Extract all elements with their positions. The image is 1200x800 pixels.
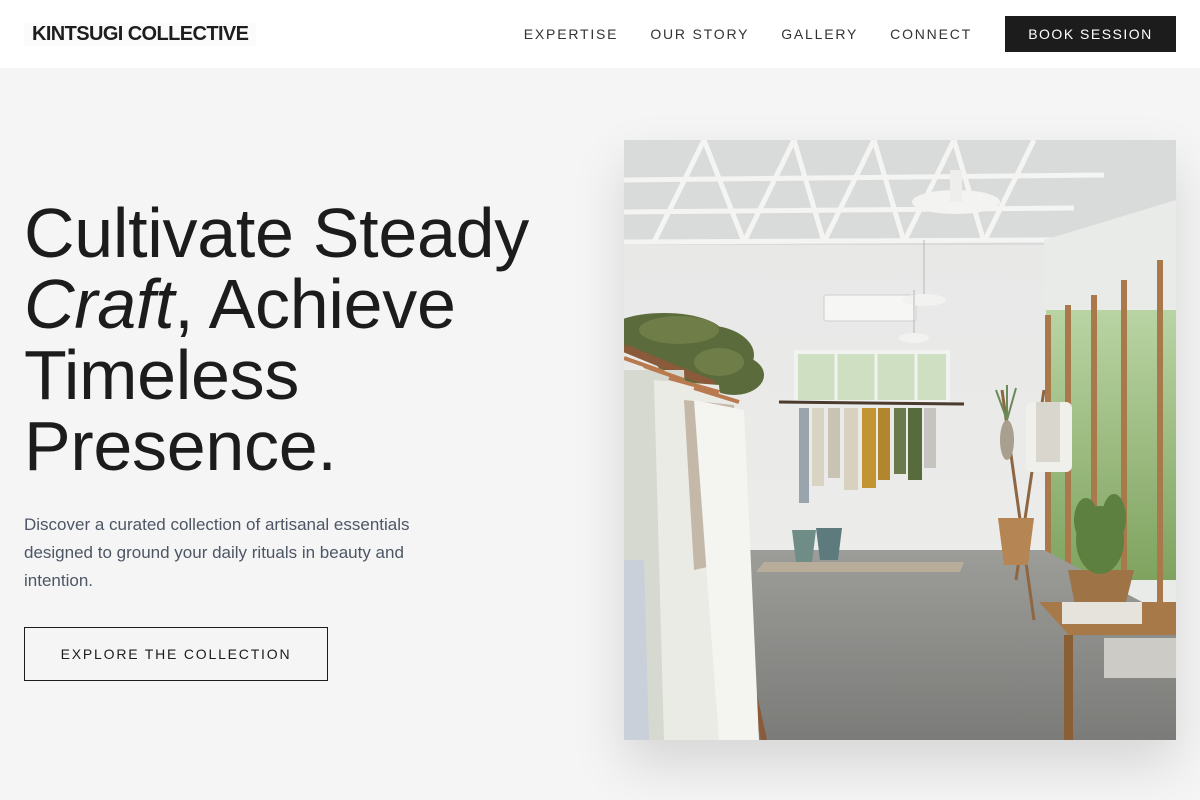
hero-subtext: Discover a curated collection of artisan… (24, 515, 410, 590)
headline-line1: Cultivate Steady (24, 194, 529, 272)
explore-collection-button[interactable]: EXPLORE THE COLLECTION (24, 627, 328, 681)
nav-link-gallery[interactable]: GALLERY (781, 26, 858, 42)
site-header: KINTSUGI COLLECTIVE EXPERTISE OUR STORY … (0, 0, 1200, 68)
main-nav: EXPERTISE OUR STORY GALLERY CONNECT BOOK… (492, 16, 1176, 52)
book-session-button[interactable]: BOOK SESSION (1005, 16, 1176, 52)
nav-link-expertise[interactable]: EXPERTISE (524, 26, 619, 42)
nav-link-connect[interactable]: CONNECT (890, 26, 972, 42)
brand-logo[interactable]: KINTSUGI COLLECTIVE (24, 22, 257, 46)
nav-link-our-story[interactable]: OUR STORY (650, 26, 749, 42)
headline-italic: Craft (24, 265, 175, 343)
boutique-interior-illustration (624, 140, 1176, 740)
hero-headline: Cultivate Steady Craft, Achieve Timeless … (24, 198, 594, 482)
hero-image-boutique-interior (624, 140, 1176, 740)
